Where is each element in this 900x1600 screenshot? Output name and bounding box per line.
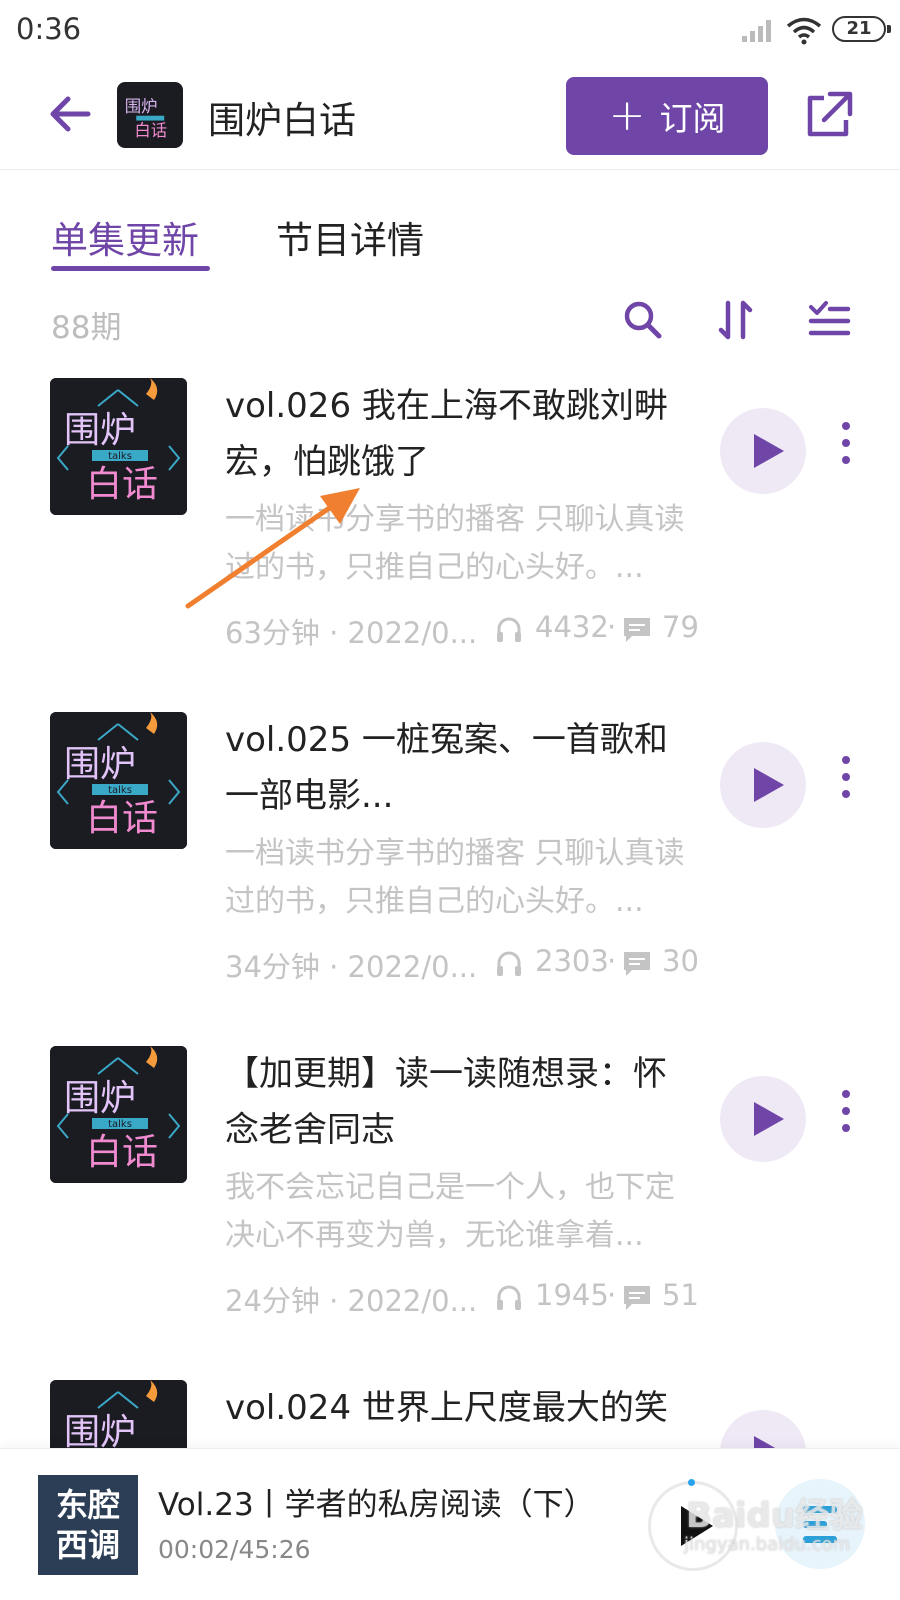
- episode-item[interactable]: 围炉 talks 白话 vol.026 我在上海不敢跳刘畊宏，怕跳饿了 一档读书…: [0, 378, 900, 718]
- comment-icon: [624, 1286, 650, 1310]
- svg-text:白话: 白话: [86, 464, 158, 505]
- wifi-icon: [786, 17, 822, 45]
- svg-text:白话: 白话: [134, 121, 167, 140]
- more-options-icon[interactable]: [836, 422, 856, 482]
- podcast-title: 围炉白话: [208, 99, 356, 142]
- cover-art-icon: 围炉 白话: [117, 82, 183, 148]
- subscribe-button[interactable]: + 订阅: [566, 77, 768, 155]
- episode-cover: 围炉 talks 白话: [50, 712, 187, 849]
- episode-description: 一档读书分享书的播客 只聊认真读过的书，只推自己的心头好。...: [225, 836, 685, 919]
- player-progress-indicator: [688, 1479, 695, 1486]
- episode-play-button[interactable]: [720, 1410, 806, 1448]
- episode-title: vol.025 一桩冤案、一首歌和一部电影...: [225, 720, 668, 816]
- cover-art-icon: 围炉 talks 白话: [50, 378, 187, 515]
- tab-details[interactable]: 节目详情: [276, 210, 424, 264]
- svg-text:白话: 白话: [86, 798, 158, 839]
- search-icon[interactable]: [620, 297, 666, 343]
- play-count: 2303: [535, 944, 609, 978]
- episode-meta: 34分钟 · 2022/0... 2303 · 30: [225, 944, 699, 984]
- podcast-cover: 围炉 白话: [117, 82, 183, 148]
- svg-text:围炉: 围炉: [125, 97, 158, 116]
- episode-title: vol.026 我在上海不敢跳刘畊宏，怕跳饿了: [225, 386, 668, 482]
- svg-text:talks: talks: [108, 785, 132, 796]
- podcast-header: 围炉 白话 围炉白话 + 订阅: [0, 62, 900, 170]
- episode-item[interactable]: 围炉 talks 白话 vol.025 一桩冤案、一首歌和一部电影... 一档读…: [0, 712, 900, 1052]
- cover-art-icon: 围炉 talks 白话: [50, 1046, 187, 1183]
- player-cover-line2: 西调: [55, 1526, 120, 1564]
- episode-play-button[interactable]: [720, 742, 806, 828]
- comment-icon: [624, 952, 650, 976]
- battery-icon: 21: [832, 16, 891, 42]
- svg-text:围炉: 围炉: [64, 744, 136, 785]
- episode-cover: 围炉 talks 白话: [50, 1046, 187, 1183]
- player-title: Vol.23丨学者的私房阅读（下）: [158, 1487, 595, 1523]
- more-options-icon[interactable]: [836, 1090, 856, 1150]
- filter-list-icon[interactable]: [806, 297, 852, 343]
- status-time: 0:36: [16, 12, 82, 46]
- subscribe-label: 订阅: [659, 99, 726, 138]
- headphones-icon: [497, 617, 521, 642]
- separator-dot: ·: [607, 610, 617, 644]
- watermark-sub: jingyan.baidu.com: [684, 1534, 851, 1555]
- episode-title: vol.024 世界上尺度最大的笑: [225, 1388, 668, 1428]
- separator-dot: ·: [607, 1278, 617, 1312]
- svg-text:围炉: 围炉: [64, 1412, 136, 1448]
- battery-level: 21: [846, 18, 872, 39]
- share-icon[interactable]: [804, 90, 854, 140]
- cover-art-icon: 围炉: [50, 1380, 187, 1448]
- cover-art-icon: 围炉 talks 白话: [50, 712, 187, 849]
- more-options-icon[interactable]: [836, 756, 856, 816]
- svg-text:talks: talks: [108, 1119, 132, 1130]
- player-cover-line1: 东腔: [55, 1486, 120, 1524]
- episode-play-button[interactable]: [720, 408, 806, 494]
- back-arrow-icon[interactable]: [44, 88, 96, 140]
- sort-icon[interactable]: [713, 297, 759, 343]
- watermark: Baidu经验 jingyan.baidu.com: [680, 1488, 880, 1588]
- episode-meta: 24分钟 · 2022/0... 1945 · 51: [225, 1278, 699, 1318]
- signal-icon: [742, 20, 771, 42]
- player-cover: 东腔 西调: [38, 1475, 138, 1575]
- comment-count: 79: [662, 610, 699, 644]
- episode-item[interactable]: 围炉 talks 白话 【加更期】读一读随想录：怀念老舍同志 我不会忘记自己是一…: [0, 1046, 900, 1386]
- headphones-icon: [497, 951, 521, 976]
- episode-meta: 63分钟 · 2022/0... 4432 · 79: [225, 610, 699, 650]
- episode-play-button[interactable]: [720, 1076, 806, 1162]
- active-tab-indicator: [51, 266, 210, 271]
- plus-icon: +: [608, 90, 646, 141]
- episode-description: 我不会忘记自己是一个人，也下定决心不再变为兽，无论谁拿着...: [225, 1170, 675, 1253]
- play-count: 1945: [535, 1278, 609, 1312]
- comment-icon: [624, 618, 650, 642]
- status-bar: 0:36 21: [0, 0, 900, 62]
- svg-text:围炉: 围炉: [64, 1078, 136, 1119]
- annotation-arrow-icon: [185, 488, 360, 609]
- episode-duration-date: 24分钟 · 2022/0...: [225, 1284, 478, 1318]
- svg-text:白话: 白话: [86, 1132, 158, 1173]
- comment-count: 30: [662, 944, 699, 978]
- comment-count: 51: [662, 1278, 699, 1312]
- svg-text:talks: talks: [108, 451, 132, 462]
- episode-duration-date: 63分钟 · 2022/0...: [225, 616, 478, 650]
- svg-text:围炉: 围炉: [64, 410, 136, 451]
- separator-dot: ·: [607, 944, 617, 978]
- headphones-icon: [497, 1285, 521, 1310]
- episode-cover: 围炉 talks 白话: [50, 378, 187, 515]
- player-time: 00:02/45:26: [158, 1535, 311, 1564]
- episode-count: 88期: [51, 310, 122, 346]
- play-count: 4432: [535, 610, 609, 644]
- episode-item[interactable]: 围炉 vol.024 世界上尺度最大的笑: [0, 1380, 900, 1448]
- tab-bar: 单集更新 节目详情: [0, 200, 900, 280]
- episode-cover: 围炉: [50, 1380, 187, 1448]
- watermark-main: Baidu经验: [686, 1496, 864, 1536]
- episode-duration-date: 34分钟 · 2022/0...: [225, 950, 478, 984]
- episode-title: 【加更期】读一读随想录：怀念老舍同志: [225, 1054, 667, 1150]
- tab-episodes[interactable]: 单集更新: [51, 210, 199, 264]
